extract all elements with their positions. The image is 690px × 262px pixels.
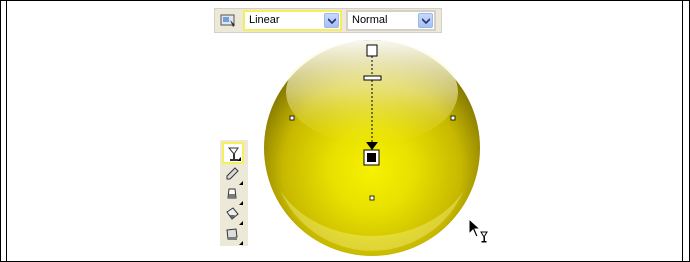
eyedropper-tool-button[interactable] — [222, 164, 244, 186]
eyedropper-icon — [226, 167, 239, 180]
fill-bucket-tool-button[interactable] — [222, 184, 244, 206]
merge-mode-dropdown[interactable]: Normal — [346, 10, 436, 31]
chevron-down-icon[interactable] — [418, 13, 433, 28]
drawing-canvas[interactable] — [0, 0, 690, 262]
interactive-fill-tool-icon[interactable] — [220, 12, 237, 29]
fill-type-value: Linear — [249, 14, 280, 26]
property-bar: Linear Normal — [214, 8, 442, 33]
mesh-fill-tool-button[interactable] — [222, 224, 244, 246]
fill-end-handle-inner — [367, 153, 376, 162]
fill-tool-flyout — [220, 140, 248, 246]
paint-bucket-tool-button[interactable] — [222, 204, 244, 226]
fill-bucket-icon — [227, 188, 237, 199]
fill-start-handle[interactable] — [366, 44, 378, 57]
selection-node-left[interactable] — [289, 115, 295, 121]
flyout-corner-indicator — [237, 157, 241, 161]
fill-type-dropdown[interactable]: Linear — [243, 10, 342, 31]
interactive-fill-tool-button[interactable] — [222, 142, 244, 164]
mesh-fill-icon — [226, 228, 238, 240]
chevron-down-icon[interactable] — [324, 13, 339, 28]
selection-node-right[interactable] — [450, 115, 456, 121]
fill-midpoint-slider[interactable] — [363, 75, 382, 81]
paint-bucket-icon — [226, 207, 239, 220]
selection-node-bottom[interactable] — [369, 195, 375, 201]
merge-mode-value: Normal — [352, 14, 388, 26]
flyout-corner-indicator — [239, 241, 243, 245]
arrow-cursor-icon — [468, 218, 488, 243]
